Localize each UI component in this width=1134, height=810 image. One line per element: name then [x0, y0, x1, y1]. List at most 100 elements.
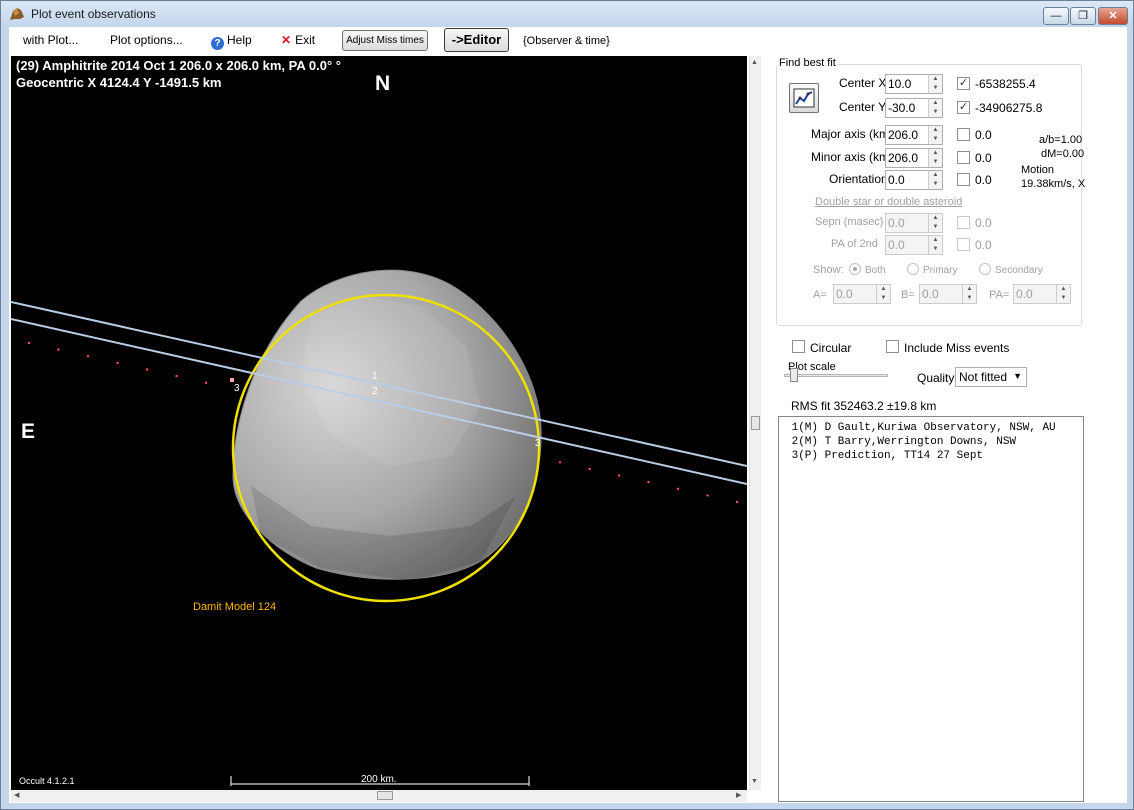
prediction-dot [27, 341, 31, 345]
pa-spinner[interactable]: 0.0 ▲ ▼ [1013, 284, 1071, 304]
prediction-dot [204, 381, 208, 384]
fit-panel: Find best fit Center X 10.0 ▲ ▼ ✓ -6538255… [766, 56, 1124, 802]
spinner-arrows-icon[interactable]: ▲ ▼ [876, 285, 890, 303]
spinner-arrows-icon[interactable]: ▲ ▼ [928, 99, 942, 117]
menu-exit-label: Exit [295, 33, 316, 47]
pa-label: PA= [989, 289, 1010, 301]
chevron-down-icon: ▼ [1013, 371, 1022, 381]
b-spinner[interactable]: 0.0 ▲ ▼ [919, 284, 977, 304]
plot-canvas[interactable]: (29) Amphitrite 2014 Oct 1 206.0 x 206.0… [11, 56, 747, 790]
close-button[interactable]: ✕ [1098, 7, 1128, 25]
center-x-label: Center X [839, 76, 887, 90]
prediction-dot [676, 487, 680, 490]
double-star-link[interactable]: Double star or double asteroid [815, 196, 962, 208]
quality-label: Quality [917, 371, 955, 385]
client-area: with Plot... Plot options... ? Help ✕ Exit… [9, 27, 1127, 803]
menu-plot-options[interactable]: Plot options... [110, 33, 183, 47]
major-axis-label: Major axis (km) [811, 127, 894, 141]
circular-checkbox[interactable] [792, 340, 805, 353]
center-y-checkbox[interactable]: ✓ [957, 101, 970, 114]
include-miss-checkbox[interactable] [886, 340, 899, 353]
plot-scale-thumb[interactable] [790, 368, 798, 382]
a-spinner[interactable]: 0.0 ▲ ▼ [833, 284, 891, 304]
show-label: Show: [813, 264, 844, 276]
major-axis-spinner[interactable]: 206.0 ▲ ▼ [885, 125, 943, 145]
menu-exit[interactable]: ✕ Exit [281, 33, 315, 47]
show-primary-radio[interactable] [907, 263, 919, 275]
pa-value: 0.0 [1016, 287, 1033, 301]
plot-vertical-scrollbar[interactable]: ▲ ▼ [749, 56, 761, 790]
spinner-arrows-icon[interactable]: ▲ ▼ [928, 214, 942, 232]
orientation-value: 0.0 [888, 173, 905, 187]
minor-axis-spinner[interactable]: 206.0 ▲ ▼ [885, 148, 943, 168]
menu-bar: with Plot... Plot options... ? Help ✕ Exit… [9, 27, 1127, 55]
main-window: Plot event observations — ❐ ✕ with Plot.… [0, 0, 1134, 810]
plot-scale-track[interactable] [784, 374, 888, 377]
menu-with-plot[interactable]: with Plot... [23, 33, 78, 47]
find-best-fit-button[interactable] [789, 83, 819, 113]
spinner-arrows-icon[interactable]: ▲ ▼ [928, 126, 942, 144]
plot-horizontal-scrollbar[interactable]: ◀ ▶ [11, 790, 747, 802]
app-icon [10, 8, 24, 20]
prediction-dot [175, 374, 178, 378]
minimize-button[interactable]: — [1043, 7, 1069, 25]
orientation-spinner[interactable]: 0.0 ▲ ▼ [885, 170, 943, 190]
quality-select[interactable]: Not fitted ▼ [955, 367, 1027, 387]
list-item[interactable]: 1(M) D Gault,Kuriwa Observatory, NSW, AU [785, 421, 1083, 435]
spinner-arrows-icon[interactable]: ▲ ▼ [962, 285, 976, 303]
maximize-button[interactable]: ❐ [1070, 7, 1096, 25]
list-item[interactable]: 2(M) T Barry,Werrington Downs, NSW [785, 435, 1083, 449]
menu-observer-time[interactable]: {Observer & time} [523, 35, 610, 47]
pa2-value: 0.0 [888, 238, 905, 252]
spinner-arrows-icon[interactable]: ▲ ▼ [928, 236, 942, 254]
circular-label: Circular [810, 341, 852, 355]
center-y-spinner[interactable]: -30.0 ▲ ▼ [885, 98, 943, 118]
center-x-spinner[interactable]: 10.0 ▲ ▼ [885, 74, 943, 94]
scroll-left-icon[interactable]: ◀ [14, 791, 19, 799]
find-best-fit-group: Find best fit Center X 10.0 ▲ ▼ ✓ -6538255… [776, 57, 1085, 326]
help-icon: ? [211, 37, 224, 50]
scroll-down-icon[interactable]: ▼ [751, 778, 758, 785]
prediction-dot [588, 467, 591, 471]
pa2-checkbox[interactable] [957, 238, 970, 251]
spinner-arrows-icon[interactable]: ▲ ▼ [928, 75, 942, 93]
vertical-scroll-thumb[interactable] [751, 416, 760, 430]
show-primary-label: Primary [923, 265, 958, 276]
prediction-dot [617, 474, 621, 477]
orientation-checkbox[interactable] [957, 173, 970, 186]
editor-button[interactable]: ->Editor [444, 28, 509, 52]
spinner-arrows-icon[interactable]: ▲ ▼ [928, 149, 942, 167]
minor-axis-value: 206.0 [888, 151, 919, 165]
major-axis-checkbox[interactable] [957, 128, 970, 141]
pa2-spinner[interactable]: 0.0 ▲ ▼ [885, 235, 943, 255]
sepn-result: 0.0 [975, 216, 992, 230]
center-x-value: 10.0 [888, 77, 912, 91]
menu-help[interactable]: ? Help [211, 33, 252, 50]
prediction-dot [735, 500, 739, 504]
horizontal-scroll-thumb[interactable] [377, 791, 393, 800]
spinner-arrows-icon[interactable]: ▲ ▼ [928, 171, 942, 189]
show-both-label: Both [865, 265, 886, 276]
center-y-label: Center Y [839, 100, 887, 114]
show-secondary-radio[interactable] [979, 263, 991, 275]
center-x-checkbox[interactable]: ✓ [957, 77, 970, 90]
sepn-spinner[interactable]: 0.0 ▲ ▼ [885, 213, 943, 233]
minor-axis-checkbox[interactable] [957, 151, 970, 164]
center-y-result: -34906275.8 [975, 101, 1043, 115]
sepn-label: Sepn (masec) [815, 216, 884, 228]
a-value: 0.0 [836, 287, 853, 301]
major-axis-value: 206.0 [888, 128, 919, 142]
plot-header-line-1: (29) Amphitrite 2014 Oct 1 206.0 x 206.0… [16, 58, 341, 73]
observations-list[interactable]: 1(M) D Gault,Kuriwa Observatory, NSW, AU… [778, 416, 1084, 802]
center-y-value: -30.0 [888, 101, 916, 115]
prediction-dot [86, 355, 90, 358]
scroll-right-icon[interactable]: ▶ [736, 791, 741, 799]
prediction-dot [558, 461, 562, 464]
adjust-miss-times-button[interactable]: Adjust Miss times [342, 30, 428, 51]
spinner-arrows-icon[interactable]: ▲ ▼ [1056, 285, 1070, 303]
show-both-radio[interactable] [849, 263, 861, 275]
sepn-checkbox[interactable] [957, 216, 970, 229]
dm-text: dM=0.00 [1041, 148, 1085, 160]
list-item[interactable]: 3(P) Prediction, TT14 27 Sept [785, 449, 1083, 463]
scroll-up-icon[interactable]: ▲ [751, 59, 758, 66]
